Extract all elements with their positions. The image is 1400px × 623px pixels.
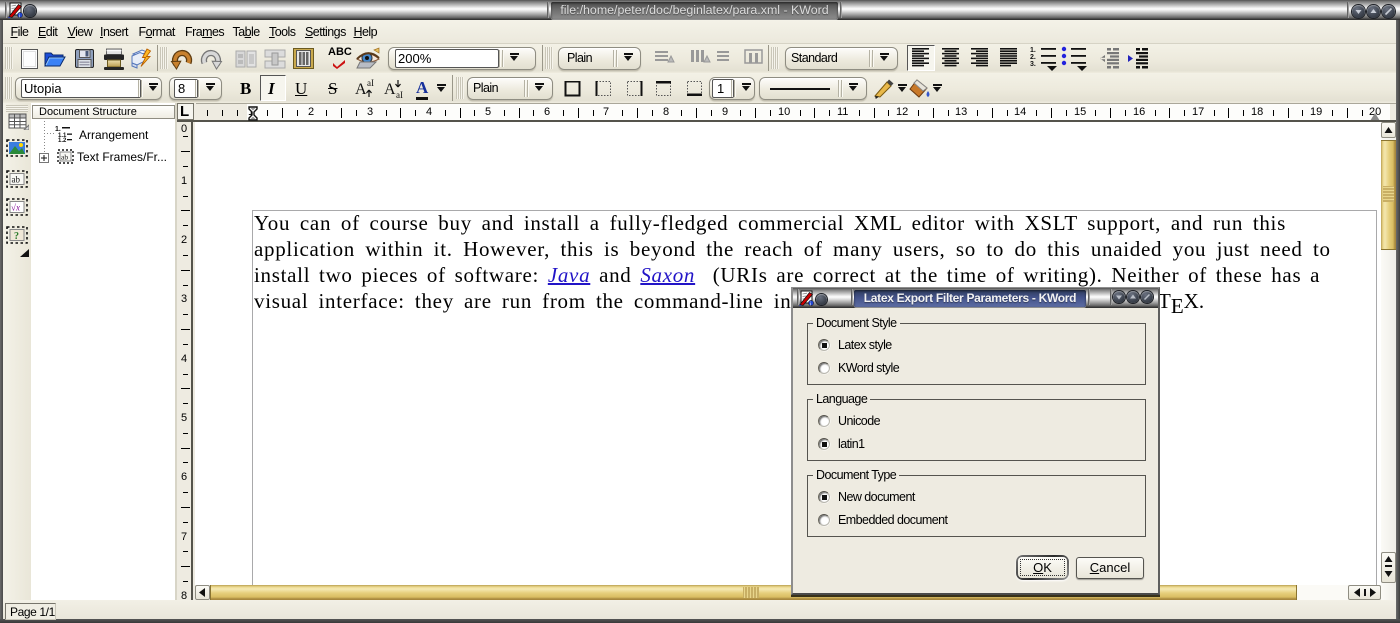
svg-text:1.: 1. <box>1030 47 1036 54</box>
svg-text:i: i <box>19 14 20 19</box>
svg-text:i: i <box>810 302 811 307</box>
svg-text:√x: √x <box>11 203 20 213</box>
svg-text:1.2: 1.2 <box>58 138 67 142</box>
svg-text:ab: ab <box>61 153 68 162</box>
svg-text:3.: 3. <box>1030 61 1036 68</box>
svg-text:aI: aI <box>367 78 374 88</box>
svg-text:1.: 1. <box>55 126 61 133</box>
svg-text:A: A <box>355 81 367 98</box>
svg-text:aI: aI <box>396 90 403 99</box>
svg-text:ab: ab <box>12 175 21 185</box>
svg-text:A: A <box>384 81 396 98</box>
svg-text:?: ? <box>14 231 19 242</box>
svg-text:2.: 2. <box>1030 54 1036 61</box>
